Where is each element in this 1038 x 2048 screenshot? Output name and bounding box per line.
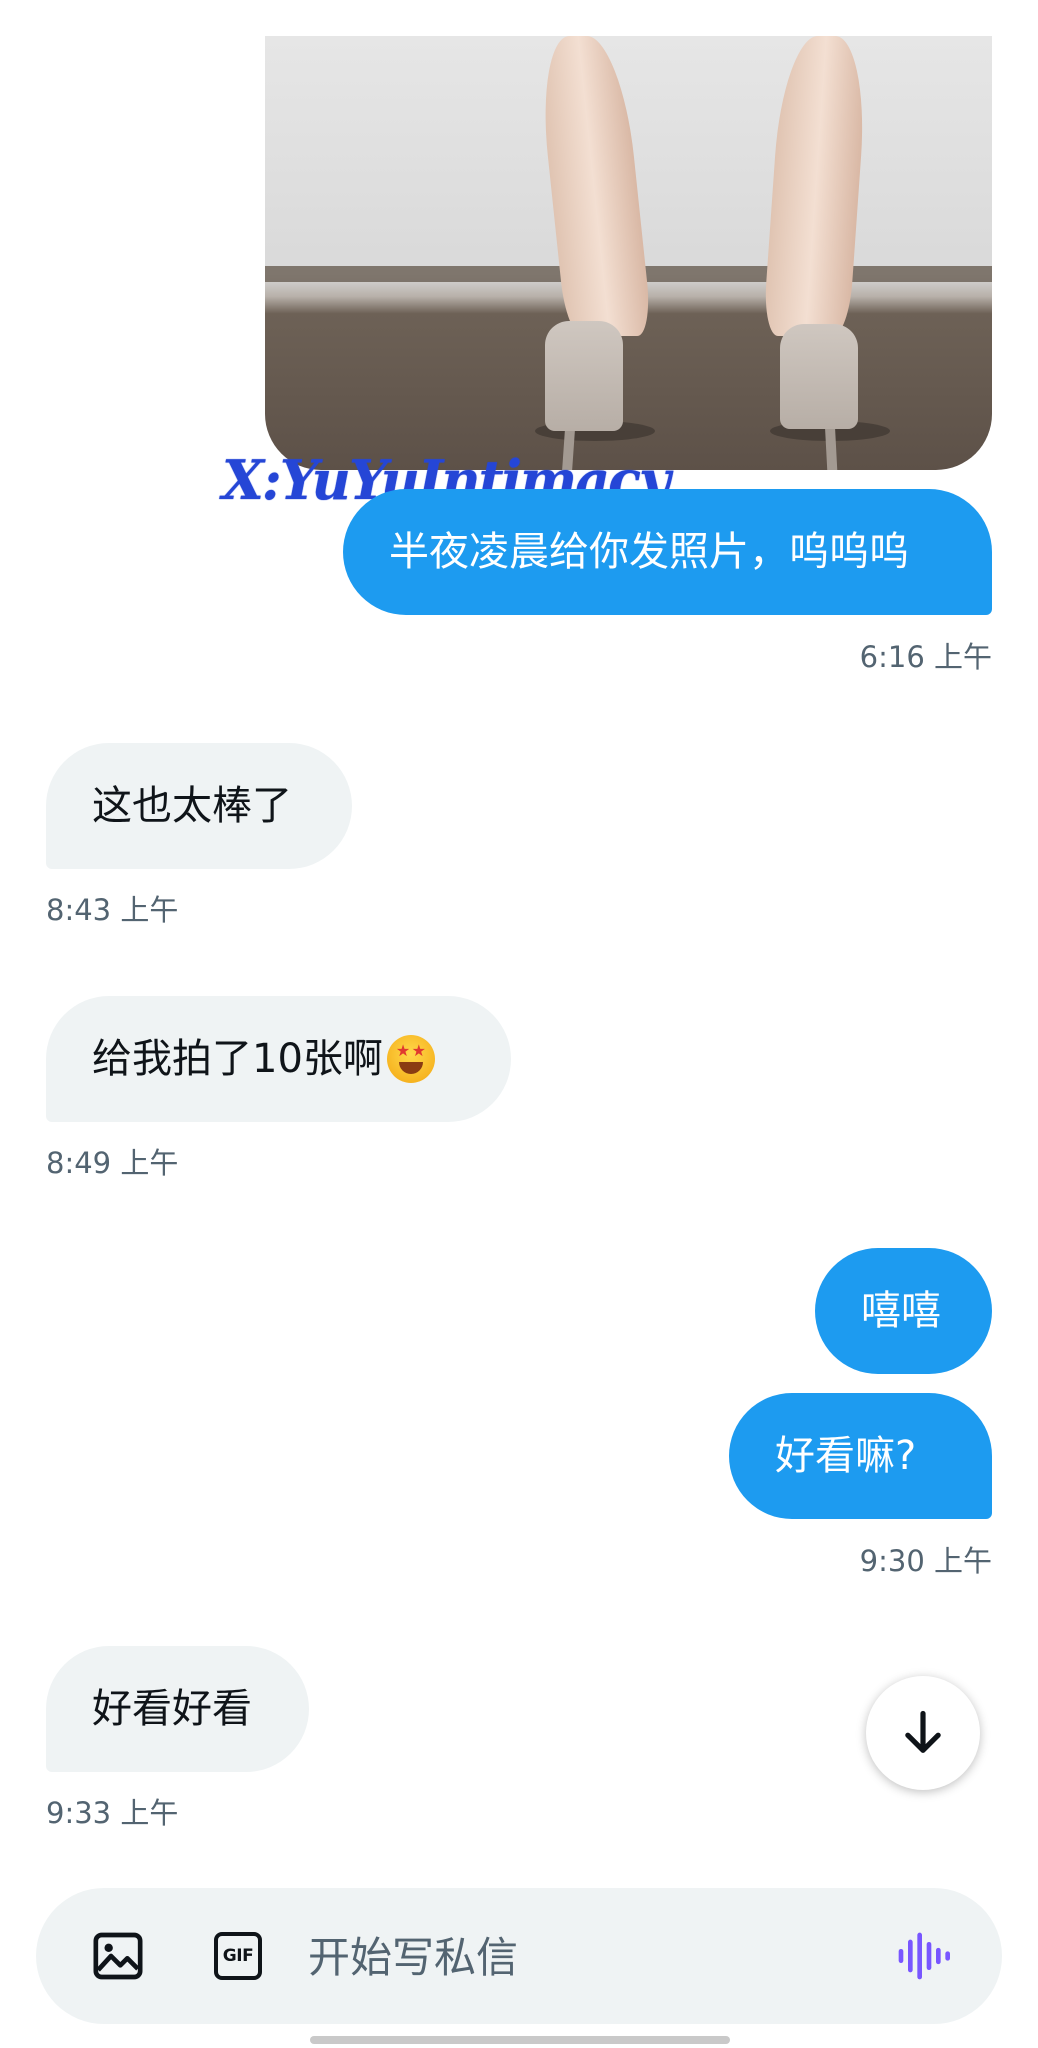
image-button[interactable] [88,1926,148,1986]
photo-leg-right [762,36,870,336]
message-bubble-sent[interactable]: 半夜凌晨给你发照片，呜呜呜 [343,489,992,615]
message-timestamp: 8:43 上午 [46,893,179,927]
message-text: 这也太棒了 [92,783,292,829]
message-input[interactable] [306,1888,870,2026]
photo-leg-left [535,36,653,336]
message-text: 嘻嘻 [861,1288,941,1334]
photo-shoe-right [780,324,858,429]
message-text: 好看嘛? [775,1433,917,1479]
message-composer: GIF [36,1888,1002,2026]
message-bubble-received[interactable]: 好看好看 [46,1646,309,1772]
gif-icon: GIF [214,1932,262,1980]
home-indicator [310,2036,730,2044]
voice-message-button[interactable] [892,1926,952,1986]
gif-button[interactable]: GIF [208,1926,268,1986]
message-text: 好看好看 [92,1686,252,1732]
message-bubble-sent[interactable]: 嘻嘻 [815,1248,992,1374]
voice-waveform-icon [898,1932,950,1980]
image-icon [93,1932,143,1980]
message-bubble-received[interactable]: 这也太棒了 [46,743,352,869]
message-timestamp: 9:30 上午 [859,1544,992,1578]
message-timestamp: 6:16 上午 [859,640,992,674]
scroll-to-bottom-button[interactable] [866,1676,980,1790]
message-bubble-sent[interactable]: 好看嘛? [729,1393,992,1519]
star-struck-emoji-icon [386,1035,435,1083]
message-text: 半夜凌晨给你发照片，呜呜呜 [389,529,909,575]
message-bubble-received[interactable]: 给我拍了10张啊 [46,996,511,1122]
message-timestamp: 8:49 上午 [46,1146,179,1180]
arrow-down-icon [905,1710,941,1753]
message-timestamp: 9:33 上午 [46,1796,179,1830]
photo-shoe-left [545,321,623,431]
gif-label: GIF [222,1946,254,1966]
message-text: 给我拍了10张啊 [92,1036,383,1082]
photo-attachment[interactable] [265,36,992,470]
